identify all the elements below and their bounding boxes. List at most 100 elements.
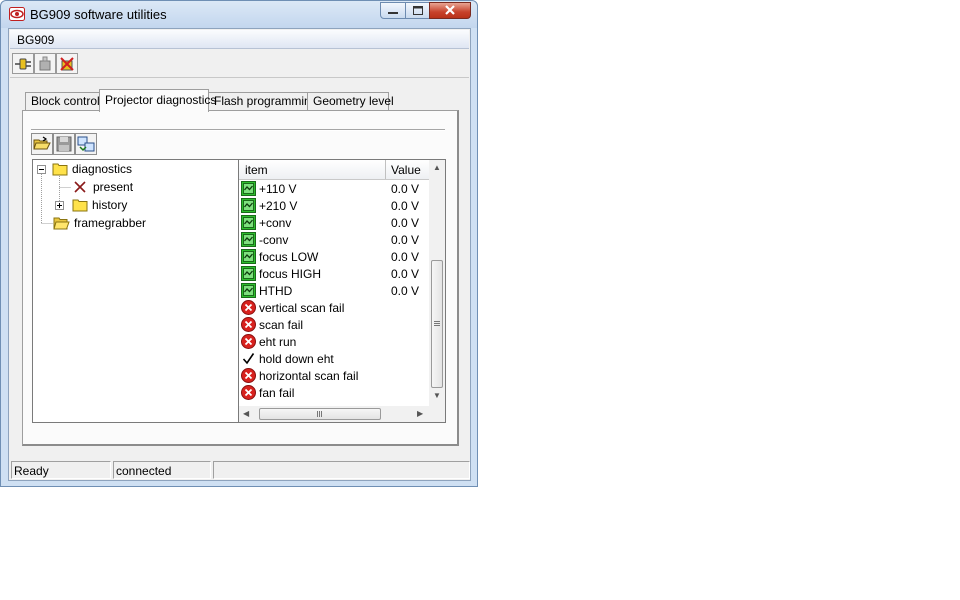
list-item[interactable]: scan fail bbox=[239, 316, 429, 333]
list-item-name: focus LOW bbox=[259, 250, 319, 264]
window-title: BG909 software utilities bbox=[30, 7, 167, 22]
client-area: BG909 Block control Projector diagnostic… bbox=[8, 28, 471, 481]
list-item[interactable]: vertical scan fail bbox=[239, 299, 429, 316]
status-connection: connected bbox=[113, 461, 211, 479]
save-disk-icon bbox=[56, 136, 72, 152]
scroll-left-icon[interactable]: ◀ bbox=[243, 410, 249, 418]
list-item-name: eht run bbox=[259, 335, 297, 349]
connect-button[interactable] bbox=[12, 53, 34, 74]
list-item[interactable]: HTHD 0.0 V bbox=[239, 282, 429, 299]
status-state: Ready bbox=[11, 461, 111, 479]
horizontal-scroll-thumb[interactable] bbox=[259, 408, 381, 420]
scroll-corner bbox=[429, 406, 445, 422]
separator bbox=[31, 129, 445, 131]
minimize-button[interactable] bbox=[380, 2, 406, 19]
collapse-icon[interactable] bbox=[37, 164, 46, 174]
scroll-down-icon[interactable]: ▼ bbox=[433, 392, 441, 400]
list-item[interactable]: +conv 0.0 V bbox=[239, 214, 429, 231]
refresh-list-icon bbox=[77, 136, 95, 152]
diagnostics-panel: diagnostics present history framegrabber… bbox=[22, 110, 459, 446]
tab-flash-programming[interactable]: Flash programming bbox=[208, 92, 317, 110]
tree-node-label: diagnostics bbox=[72, 162, 133, 176]
list-item-name: focus HIGH bbox=[259, 267, 322, 281]
list-item[interactable]: +210 V 0.0 V bbox=[239, 197, 429, 214]
signal-ok-icon bbox=[241, 249, 256, 264]
close-icon bbox=[445, 5, 455, 15]
list-item-name: hold down eht bbox=[259, 352, 334, 366]
vertical-scrollbar[interactable]: ▲ ▼ bbox=[429, 160, 445, 406]
tree-node-framegrabber[interactable]: framegrabber bbox=[53, 215, 146, 231]
list-item-value: 0.0 V bbox=[391, 284, 420, 298]
tree-node-present[interactable]: present bbox=[73, 179, 133, 195]
signal-ok-icon bbox=[241, 181, 256, 196]
list-item-value: 0.0 V bbox=[391, 267, 420, 281]
error-x-icon bbox=[241, 317, 256, 332]
error-x-icon bbox=[241, 334, 256, 349]
list-item[interactable]: -conv 0.0 V bbox=[239, 231, 429, 248]
horizontal-scrollbar[interactable]: ◀ ▶ bbox=[239, 406, 429, 422]
signal-ok-icon bbox=[241, 198, 256, 213]
tab-label: Projector diagnostics bbox=[105, 93, 217, 107]
tab-projector-diagnostics[interactable]: Projector diagnostics bbox=[99, 89, 216, 112]
list-item-value: 0.0 V bbox=[391, 182, 420, 196]
tree-node-diagnostics[interactable]: diagnostics bbox=[37, 161, 132, 177]
error-x-icon bbox=[241, 368, 256, 383]
list-item[interactable]: fan fail bbox=[239, 384, 429, 401]
expand-icon[interactable] bbox=[55, 200, 64, 210]
panel-toolbar bbox=[31, 133, 103, 157]
list-item-name: horizontal scan fail bbox=[259, 369, 359, 383]
tab-geometry-level[interactable]: Geometry level bbox=[307, 92, 394, 110]
device-disabled-icon bbox=[39, 56, 51, 70]
connect-plug-icon bbox=[15, 58, 31, 69]
list-item[interactable]: horizontal scan fail bbox=[239, 367, 429, 384]
close-button[interactable] bbox=[429, 2, 471, 19]
disconnect-button[interactable] bbox=[56, 53, 78, 74]
list-item-name: +110 V bbox=[259, 182, 297, 196]
diagnostics-list[interactable]: item Value +110 V 0.0 V +210 V 0.0 V +conv 0.… bbox=[238, 159, 446, 423]
document-title: BG909 bbox=[17, 33, 55, 47]
column-header-item[interactable]: item bbox=[245, 163, 268, 177]
column-divider[interactable] bbox=[385, 160, 386, 179]
list-item-name: HTHD bbox=[259, 284, 293, 298]
grip-icon bbox=[317, 411, 322, 417]
tab-block-control[interactable]: Block control bbox=[25, 92, 100, 110]
list-item-name: +conv bbox=[259, 216, 292, 230]
list-item[interactable]: focus LOW 0.0 V bbox=[239, 248, 429, 265]
maximize-button[interactable] bbox=[405, 2, 430, 19]
title-bar[interactable]: BG909 software utilities bbox=[1, 1, 477, 28]
list-item-name: vertical scan fail bbox=[259, 301, 345, 315]
tab-label: Geometry level bbox=[313, 94, 394, 108]
list-item-name: scan fail bbox=[259, 318, 304, 332]
tab-bar: Block control Projector diagnostics Flas… bbox=[23, 89, 463, 112]
app-window: BG909 software utilities BG909 Block con… bbox=[0, 0, 478, 487]
signal-ok-icon bbox=[241, 215, 256, 230]
list-item-name: +210 V bbox=[259, 199, 298, 213]
disabled-device-button[interactable] bbox=[34, 53, 56, 74]
folder-icon bbox=[72, 199, 88, 212]
list-item-value: 0.0 V bbox=[391, 233, 420, 247]
eye-app-icon bbox=[9, 7, 25, 21]
tree-node-label: present bbox=[93, 180, 134, 194]
scroll-right-icon[interactable]: ▶ bbox=[417, 410, 423, 418]
red-x-icon bbox=[74, 181, 86, 193]
list-item[interactable]: +110 V 0.0 V bbox=[239, 180, 429, 197]
list-item[interactable]: hold down eht bbox=[239, 350, 429, 367]
open-folder-icon bbox=[33, 136, 51, 150]
list-item[interactable]: eht run bbox=[239, 333, 429, 350]
refresh-list-button[interactable] bbox=[75, 133, 97, 155]
diagnostics-tree[interactable]: diagnostics present history framegrabber bbox=[32, 159, 239, 423]
grip-icon bbox=[434, 321, 440, 326]
tree-node-label: framegrabber bbox=[74, 216, 147, 230]
save-button[interactable] bbox=[53, 133, 75, 155]
list-item[interactable]: focus HIGH 0.0 V bbox=[239, 265, 429, 282]
open-button[interactable] bbox=[31, 133, 53, 155]
scroll-up-icon[interactable]: ▲ bbox=[433, 164, 441, 172]
folder-icon bbox=[52, 163, 68, 176]
vertical-scroll-thumb[interactable] bbox=[431, 260, 443, 388]
status-bar: Ready connected bbox=[10, 460, 470, 480]
tree-node-history[interactable]: history bbox=[55, 197, 127, 213]
list-item-value: 0.0 V bbox=[391, 199, 420, 213]
device-delete-icon bbox=[60, 56, 74, 71]
list-header: item Value bbox=[239, 160, 429, 180]
column-header-value[interactable]: Value bbox=[391, 163, 421, 177]
